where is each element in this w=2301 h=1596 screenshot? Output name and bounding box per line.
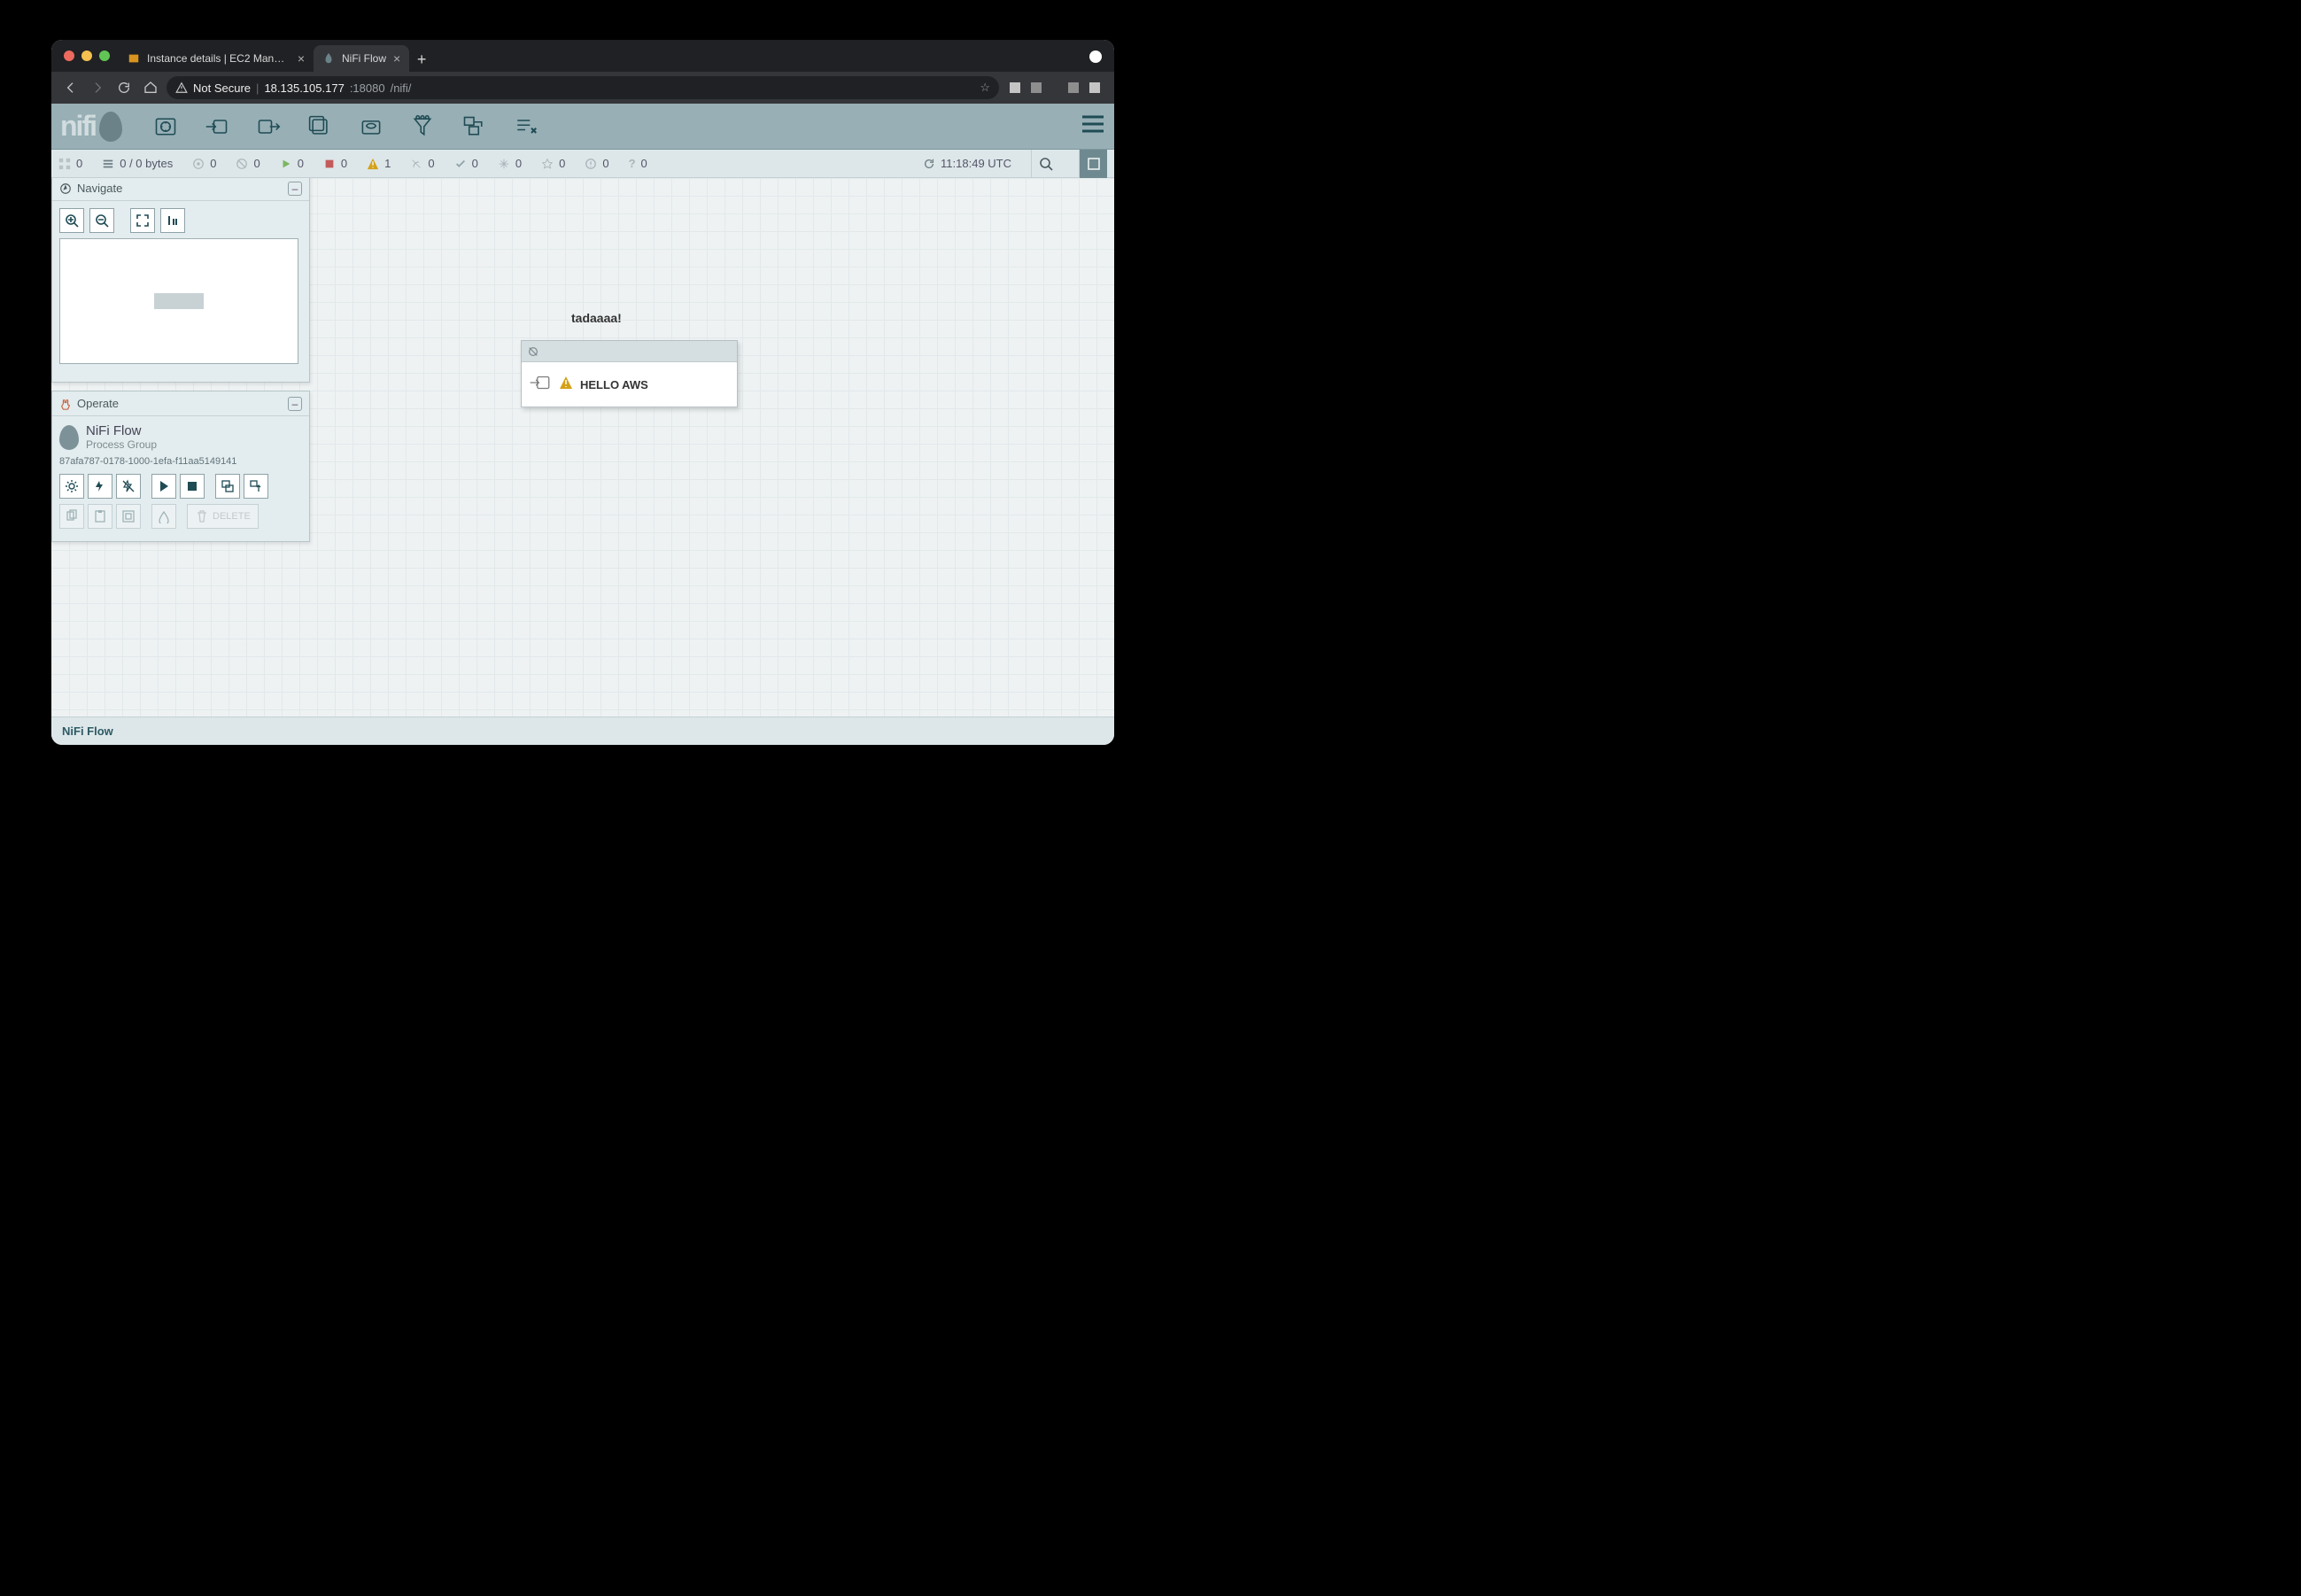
navigate-panel: Navigate –: [51, 178, 310, 383]
app-window: Instance details | EC2 Manager × NiFi Fl…: [51, 40, 1114, 745]
close-window-icon[interactable]: [64, 50, 74, 61]
paste-button: [88, 504, 112, 529]
new-tab-button[interactable]: +: [409, 47, 434, 72]
group-button: [116, 504, 141, 529]
tab-label: NiFi Flow: [342, 52, 386, 65]
disable-button[interactable]: [116, 474, 141, 499]
aws-favicon-icon: [128, 52, 140, 65]
add-processor-button[interactable]: [152, 113, 179, 140]
profile-icon[interactable]: [1089, 50, 1102, 63]
stat-unknown: ?0: [629, 157, 647, 170]
bulletin-board-button[interactable]: [1079, 150, 1107, 178]
color-button: [151, 504, 176, 529]
collapse-panel-button[interactable]: –: [288, 397, 302, 411]
compass-icon: [59, 182, 72, 195]
delete-button: DELETE: [187, 504, 259, 529]
upload-template-button[interactable]: [244, 474, 268, 499]
zoom-fit-button[interactable]: [130, 208, 155, 233]
input-port-component[interactable]: HELLO AWS: [521, 340, 738, 407]
collapse-panel-button[interactable]: –: [288, 182, 302, 196]
browser-address-bar: Not Secure | 18.135.105.177:18080/nifi/ …: [51, 72, 1114, 104]
maximize-window-icon[interactable]: [99, 50, 110, 61]
add-output-port-button[interactable]: [255, 113, 282, 140]
close-tab-icon[interactable]: ×: [298, 51, 305, 66]
flow-uuid: 87afa787-0178-1000-1efa-f11aa5149141: [59, 456, 302, 467]
browser-tab-strip: Instance details | EC2 Manager × NiFi Fl…: [51, 40, 1114, 72]
reload-button[interactable]: [113, 77, 135, 98]
flow-canvas[interactable]: tadaaaa! HELLO AWS Navigate –: [51, 178, 1114, 717]
add-process-group-button[interactable]: [306, 113, 333, 140]
minimize-window-icon[interactable]: [81, 50, 92, 61]
add-input-port-button[interactable]: [204, 113, 230, 140]
stat-last-refreshed: 11:18:49 UTC: [923, 157, 1011, 170]
flow-type: Process Group: [86, 438, 157, 451]
add-remote-process-group-button[interactable]: [358, 113, 384, 140]
warning-icon: [559, 376, 573, 394]
nifi-status-bar: 0 0 / 0 bytes 0 0 0 0 1 0 0 0 0 0 ?0 11:…: [51, 150, 1114, 178]
global-menu-button[interactable]: [1081, 114, 1105, 138]
stat-up-to-date: 0: [454, 157, 478, 170]
stat-sync-failure: 0: [585, 157, 608, 170]
extension-icons[interactable]: [1004, 82, 1105, 93]
birdseye-component: [154, 293, 204, 309]
bookmark-star-icon[interactable]: ☆: [980, 81, 990, 95]
stat-not-transmitting: 0: [236, 157, 260, 170]
operate-panel: Operate – NiFi Flow Process Group 87afa7…: [51, 391, 310, 542]
back-button[interactable]: [60, 77, 81, 98]
browser-tab-nifi[interactable]: NiFi Flow ×: [314, 45, 409, 72]
add-funnel-button[interactable]: [409, 113, 436, 140]
tab-label: Instance details | EC2 Manager: [147, 52, 291, 65]
stat-transmitting: 0: [192, 157, 216, 170]
flow-name: NiFi Flow: [86, 423, 157, 438]
stat-disabled: 0: [410, 157, 434, 170]
stat-active-threads: 0: [58, 157, 82, 170]
nifi-favicon-icon: [322, 52, 335, 65]
breadcrumb-bar[interactable]: NiFi Flow: [51, 717, 1114, 745]
start-button[interactable]: [151, 474, 176, 499]
stat-invalid: 1: [367, 157, 391, 170]
url-port: :18080: [350, 81, 385, 95]
not-secure-label: Not Secure: [193, 81, 251, 95]
nifi-logo: nifi: [60, 110, 122, 143]
nifi-drop-icon: [99, 112, 122, 142]
configure-button[interactable]: [59, 474, 84, 499]
breadcrumb-root[interactable]: NiFi Flow: [62, 724, 113, 738]
not-secure-icon: [175, 81, 188, 94]
input-port-icon: [529, 371, 552, 399]
nifi-component-toolbar: nifi: [51, 104, 1114, 150]
operate-title: Operate: [77, 397, 119, 410]
stat-stopped: 0: [323, 157, 347, 170]
url-host: 18.135.105.177: [264, 81, 344, 95]
component-name: HELLO AWS: [580, 378, 648, 391]
home-button[interactable]: [140, 77, 161, 98]
add-template-button[interactable]: [461, 113, 487, 140]
add-label-button[interactable]: [512, 113, 538, 140]
canvas-label[interactable]: tadaaaa!: [571, 311, 622, 325]
url-path: /nifi/: [391, 81, 412, 95]
window-controls[interactable]: [64, 50, 110, 61]
process-group-icon: [59, 425, 79, 450]
stat-locally-modified: 0: [498, 157, 522, 170]
birdseye-view[interactable]: [59, 238, 298, 364]
copy-button: [59, 504, 84, 529]
create-template-button[interactable]: [215, 474, 240, 499]
stat-queued: 0 / 0 bytes: [102, 157, 173, 170]
stat-running: 0: [280, 157, 304, 170]
navigate-title: Navigate: [77, 182, 122, 195]
url-field[interactable]: Not Secure | 18.135.105.177:18080/nifi/ …: [167, 76, 999, 99]
zoom-in-button[interactable]: [59, 208, 84, 233]
stop-button[interactable]: [180, 474, 205, 499]
stat-stale: 0: [541, 157, 565, 170]
search-button[interactable]: [1031, 150, 1059, 178]
close-tab-icon[interactable]: ×: [393, 51, 400, 66]
enable-button[interactable]: [88, 474, 112, 499]
forward-button[interactable]: [87, 77, 108, 98]
hand-icon: [59, 398, 72, 410]
browser-tab-ec2[interactable]: Instance details | EC2 Manager ×: [119, 45, 314, 72]
not-transmitting-icon: [527, 345, 539, 358]
nifi-logo-text: nifi: [60, 110, 96, 143]
zoom-out-button[interactable]: [89, 208, 114, 233]
zoom-actual-button[interactable]: [160, 208, 185, 233]
